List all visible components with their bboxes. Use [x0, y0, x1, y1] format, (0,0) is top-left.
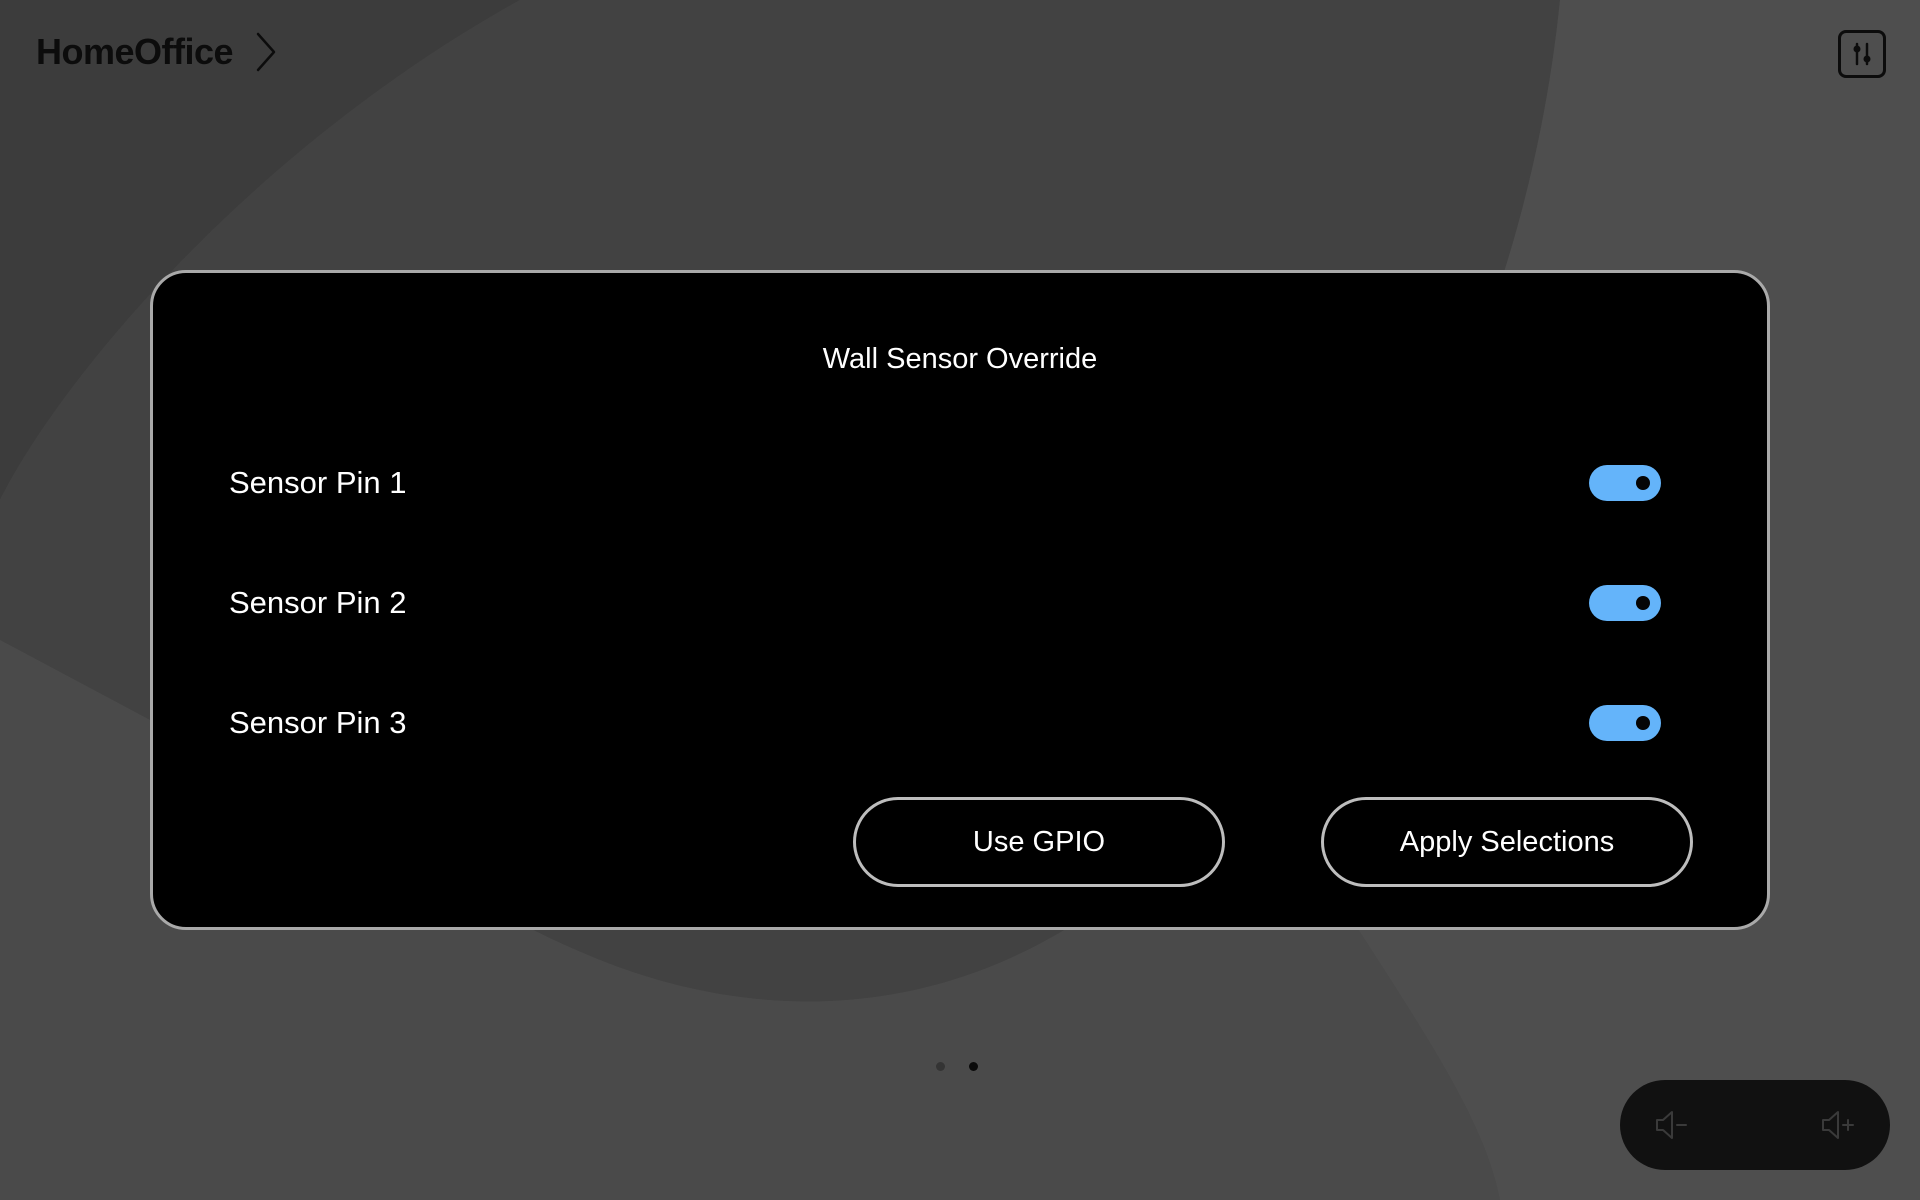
sensor-pin-2-toggle[interactable] — [1589, 585, 1661, 621]
sensor-pin-1-toggle[interactable] — [1589, 465, 1661, 501]
sensor-row-2: Sensor Pin 2 — [229, 578, 1661, 628]
toggle-knob — [1636, 716, 1650, 730]
sensor-pin-3-toggle[interactable] — [1589, 705, 1661, 741]
volume-down-button[interactable] — [1650, 1103, 1694, 1147]
room-name: HomeOffice — [36, 31, 234, 72]
sensor-row-3: Sensor Pin 3 — [229, 698, 1661, 748]
page-indicator — [936, 1062, 978, 1071]
page-dot-1[interactable] — [936, 1062, 945, 1071]
settings-sliders-icon — [1853, 42, 1871, 66]
wall-sensor-override-panel: Wall Sensor Override Sensor Pin 1 Sensor… — [150, 270, 1770, 930]
volume-up-button[interactable] — [1816, 1103, 1860, 1147]
volume-control — [1620, 1080, 1890, 1170]
toggle-knob — [1636, 596, 1650, 610]
page-dot-2[interactable] — [969, 1062, 978, 1071]
sensor-pin-1-label: Sensor Pin 1 — [229, 465, 407, 500]
panel-title: Wall Sensor Override — [822, 343, 1098, 375]
sensor-row-1: Sensor Pin 1 — [229, 458, 1661, 508]
sensor-pin-3-label: Sensor Pin 3 — [229, 705, 407, 740]
settings-button[interactable] — [1838, 30, 1886, 78]
volume-down-icon — [1656, 1111, 1687, 1139]
apply-selections-button[interactable]: Apply Selections — [1321, 797, 1693, 887]
volume-up-icon — [1822, 1111, 1854, 1139]
use-gpio-button[interactable]: Use GPIO — [853, 797, 1225, 887]
toggle-knob — [1636, 476, 1650, 490]
room-title-button[interactable]: HomeOffice — [36, 30, 277, 74]
chevron-right-icon — [256, 32, 276, 72]
sensor-pin-2-label: Sensor Pin 2 — [229, 585, 407, 620]
